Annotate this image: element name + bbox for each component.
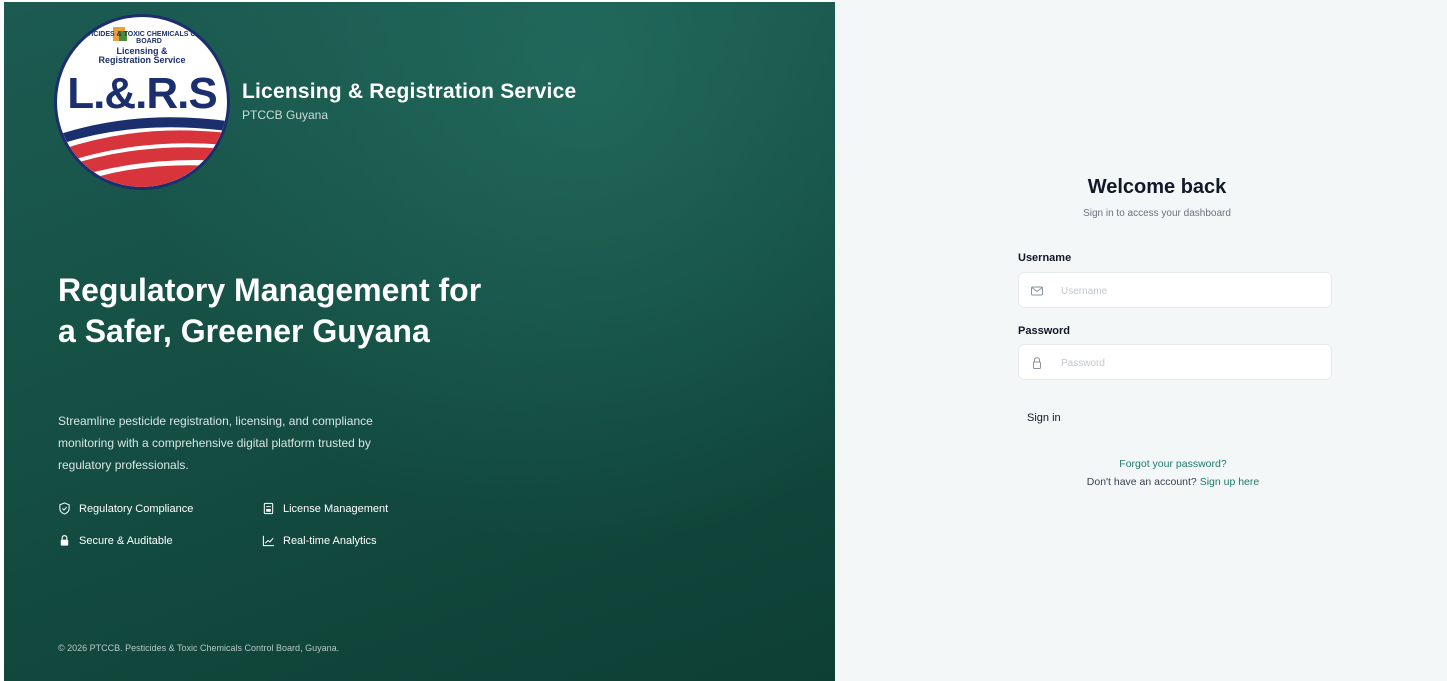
forgot-password-row: Forgot your password? — [835, 458, 1447, 470]
login-heading: Welcome back — [1087, 176, 1227, 198]
hero-description: Streamline pesticide registration, licen… — [58, 414, 373, 472]
sign-up-link[interactable]: Sign up here — [1200, 476, 1260, 488]
copyright-text: © 2026 PTCCB. Pesticides & Toxic Chemica… — [58, 643, 340, 653]
logo-org-text: PESTICIDES & TOXIC CHEMICALS CONTROL BOA… — [73, 31, 225, 45]
password-label: Password — [1018, 325, 1070, 337]
feature-label: Real-time Analytics — [283, 534, 377, 547]
password-field[interactable] — [1018, 344, 1332, 381]
brand-subtitle: PTCCB Guyana — [242, 108, 329, 122]
document-icon — [263, 502, 274, 515]
feature-label: Regulatory Compliance — [79, 502, 194, 515]
feature-secure-auditable: Secure & Auditable — [58, 534, 173, 547]
no-account-text: Don't have an account? — [1086, 476, 1197, 488]
lock-icon — [1033, 357, 1041, 369]
logo-tagline: Licensing & Registration Service — [57, 47, 227, 65]
feature-license-management: License Management — [262, 502, 388, 515]
forgot-password-link[interactable]: Forgot your password? — [1119, 458, 1226, 470]
lock-icon — [60, 535, 69, 546]
feature-regulatory-compliance: Regulatory Compliance — [58, 502, 193, 515]
logo-mark: L.&.R.S — [67, 69, 217, 118]
username-label: Username — [1018, 252, 1072, 264]
login-subheading: Sign in to access your dashboard — [1083, 208, 1231, 219]
sign-in-button[interactable]: Sign in — [1027, 412, 1061, 424]
lrs-logo: PESTICIDES & TOXIC CHEMICALS CONTROL BOA… — [54, 14, 230, 190]
feature-realtime-analytics: Real-time Analytics — [262, 534, 377, 547]
username-input[interactable] — [1059, 273, 1328, 309]
trend-chart-icon — [262, 535, 275, 547]
mail-icon — [1031, 286, 1043, 296]
feature-label: License Management — [283, 502, 389, 515]
password-input[interactable] — [1059, 345, 1328, 381]
brand-title: Licensing & Registration Service — [242, 80, 577, 103]
login-panel: Welcome back Sign in to access your dash… — [835, 0, 1447, 681]
brand-panel: PESTICIDES & TOXIC CHEMICALS CONTROL BOA… — [4, 2, 835, 681]
feature-label: Secure & Auditable — [79, 534, 173, 547]
hero-title: Regulatory Management for a Safer, Green… — [58, 272, 482, 349]
username-field[interactable] — [1018, 272, 1332, 309]
shield-check-icon — [59, 502, 70, 515]
logo-tagline-line2: Registration Service — [98, 55, 186, 65]
signup-row: Don't have an account? Sign up here — [835, 476, 1447, 488]
